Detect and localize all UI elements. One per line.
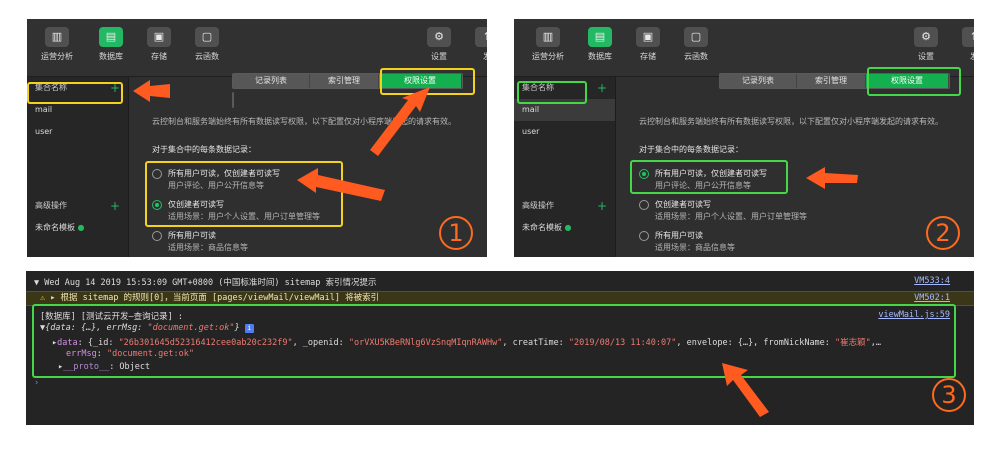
annotation-arrows <box>133 80 858 417</box>
arrow-to-collection-1 <box>133 80 170 102</box>
arrow-to-options-1 <box>297 168 385 201</box>
arrow-to-console-3 <box>722 363 769 417</box>
arrow-to-tab-1 <box>370 87 430 156</box>
arrow-to-option-2 <box>806 167 858 189</box>
